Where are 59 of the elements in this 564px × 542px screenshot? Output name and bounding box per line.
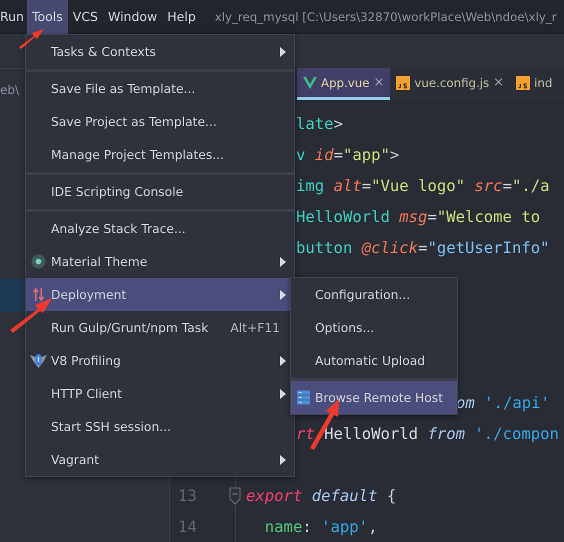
- menu-item[interactable]: Save File as Template...: [26, 69, 294, 105]
- menu-item[interactable]: Analyze Stack Trace...: [26, 209, 294, 245]
- submenu-arrow-icon: [280, 46, 286, 56]
- fold-icon[interactable]: [229, 486, 241, 504]
- menu-item[interactable]: Browse Remote Host: [291, 378, 457, 414]
- shield-icon: [30, 353, 47, 368]
- menu-item[interactable]: Start SSH session...: [26, 410, 294, 443]
- submenu-arrow-icon: [280, 454, 286, 464]
- menu-item[interactable]: Vagrant: [26, 443, 294, 476]
- editor-tab[interactable]: vue.config.js ×: [390, 68, 510, 100]
- menu-bar-item[interactable]: Run: [0, 0, 27, 34]
- menu-item[interactable]: Manage Project Templates...: [26, 138, 294, 171]
- menu-bar-item[interactable]: Window: [102, 0, 162, 34]
- line-number: 14: [178, 518, 197, 536]
- tab-label: vue.config.js: [414, 76, 490, 90]
- up-down-arrows-icon: [32, 287, 45, 302]
- code-line: img alt="Vue logo" src="./a: [296, 176, 550, 194]
- circle-icon: [31, 254, 46, 269]
- tab-label: ind: [534, 76, 552, 90]
- menu-bar-item[interactable]: VCS: [68, 0, 103, 34]
- close-icon[interactable]: ×: [374, 75, 384, 90]
- close-icon[interactable]: ×: [493, 75, 504, 90]
- menu-item[interactable]: Automatic Upload: [291, 344, 457, 377]
- code-line: rt HelloWorld from './compon: [296, 424, 559, 442]
- annotation-arrow: [10, 298, 52, 333]
- shortcut-text: Alt+F11: [230, 320, 280, 334]
- submenu-arrow-icon: [280, 256, 286, 266]
- editor-tab[interactable]: App.vue ×: [297, 68, 390, 100]
- js-file-icon: [396, 76, 410, 90]
- line-number: 13: [178, 486, 197, 504]
- submenu-arrow-icon: [280, 290, 286, 300]
- server-icon: [296, 390, 310, 405]
- menu-item[interactable]: Tasks & Contexts: [26, 35, 294, 68]
- window-title: xly_req_mysql [C:\Users\32870\workPlace\Web\ndoe\xly_r: [214, 10, 557, 24]
- tab-label: App.vue: [321, 76, 370, 90]
- code-line: HelloWorld msg="Welcome to: [296, 208, 540, 226]
- menu-item[interactable]: HTTP Client: [26, 377, 294, 410]
- code-line: button @click="getUserInfo": [296, 238, 550, 256]
- menu-bar-item[interactable]: Help: [162, 0, 201, 34]
- annotation-arrow: [19, 29, 44, 49]
- menu-item[interactable]: Options...: [291, 311, 457, 344]
- menu-item[interactable]: Run Gulp/Grunt/npm Task Alt+F11: [26, 311, 294, 344]
- code-line: v id="app">: [296, 146, 400, 164]
- code-line: export default {: [246, 486, 396, 504]
- vue-file-icon: [303, 76, 317, 90]
- menu-item[interactable]: IDE Scripting Console: [26, 172, 294, 208]
- menu-item[interactable]: Material Theme: [26, 245, 294, 278]
- menu-item[interactable]: Configuration...: [291, 278, 457, 311]
- menu-item[interactable]: V8 Profiling: [26, 344, 294, 377]
- path-text: eb\: [0, 83, 20, 97]
- menu-item[interactable]: Save Project as Template...: [26, 105, 294, 138]
- editor-tab[interactable]: ind: [510, 68, 558, 100]
- menu-bar-item[interactable]: Tools: [26, 0, 68, 34]
- selected-row-highlight: [0, 279, 25, 312]
- submenu-arrow-icon: [280, 388, 286, 398]
- code-line: late>: [296, 114, 343, 132]
- js-file-icon: [516, 76, 530, 90]
- code-line: name: 'app',: [264, 518, 378, 536]
- submenu-arrow-icon: [280, 356, 286, 366]
